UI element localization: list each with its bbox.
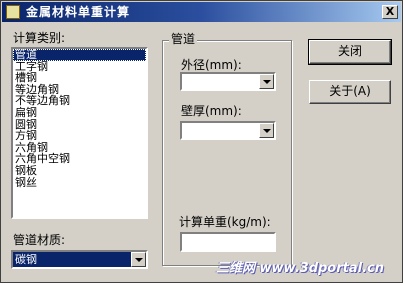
unit-weight-field[interactable] [180, 232, 276, 252]
app-window: 金属材料单重计算 X 计算类别: 管道 工字钢 槽钢 等边角钢 不等边角钢 扁钢 圆钢 方钢六… [0, 0, 403, 283]
title-bar[interactable]: 金属材料单重计算 X [2, 2, 401, 22]
list-item[interactable]: 管道 [13, 49, 146, 61]
watermark-text: 三维网 www.3dportal.cn [215, 261, 384, 276]
material-select[interactable]: 碳钢 [11, 250, 148, 269]
calc-type-label: 计算类别: [13, 31, 66, 45]
list-item[interactable]: 方钢 [13, 130, 146, 142]
wall-thickness-select[interactable] [180, 121, 276, 140]
chevron-down-icon[interactable] [131, 252, 146, 267]
about-button[interactable]: 关于(A) [309, 80, 391, 104]
list-item[interactable]: 扁钢 [13, 107, 146, 119]
material-label: 管道材质: [13, 233, 66, 247]
app-icon [6, 5, 20, 19]
chevron-down-icon[interactable] [259, 74, 274, 89]
unit-weight-label: 计算单重(kg/m): [179, 215, 271, 229]
calc-type-listbox[interactable]: 管道 工字钢 槽钢 等边角钢 不等边角钢 扁钢 圆钢 方钢 六角钢 六角中空钢 钢板 钢丝 [11, 47, 148, 219]
close-button[interactable]: 关闭 [308, 39, 392, 65]
material-select-value: 碳钢 [15, 253, 37, 266]
wall-thickness-label: 壁厚(mm): [181, 104, 242, 118]
outer-diameter-select[interactable] [180, 72, 276, 91]
list-item[interactable]: 钢丝 [13, 176, 146, 189]
window-title: 金属材料单重计算 [26, 5, 131, 19]
outer-diameter-label: 外径(mm): [181, 58, 242, 72]
chevron-down-icon[interactable] [259, 123, 274, 138]
list-item[interactable]: 钢板 [13, 165, 146, 177]
window-close-button[interactable]: X [382, 5, 398, 19]
pipe-group-title: 管道 [169, 32, 198, 46]
